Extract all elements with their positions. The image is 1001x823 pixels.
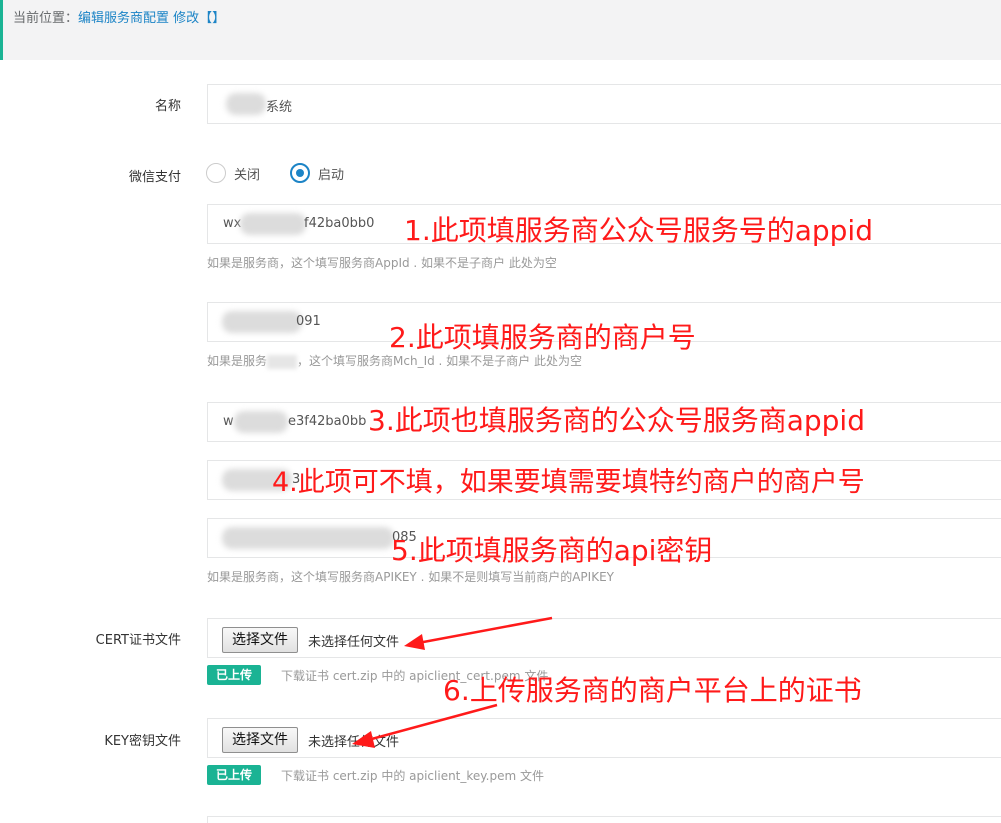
name-label: 名称 [154, 99, 181, 114]
radio-off[interactable]: 关闭 [206, 163, 260, 183]
annotation-1: 1.此项填服务商公众号服务号的appid [404, 214, 873, 247]
key-file-status: 未选择任何文件 [308, 735, 400, 750]
radio-off-label: 关闭 [234, 167, 261, 183]
breadcrumb-action[interactable]: 修改【】 [173, 11, 225, 26]
radio-on[interactable]: 启动 [290, 163, 344, 183]
breadcrumb-page-link[interactable]: 编辑服务商配置 [78, 11, 169, 26]
mchid-help-text: ，这个填写服务商Mch_Id . 如果不是子商户 此处为空 [297, 354, 582, 368]
mchid-value-suffix: 091 [296, 314, 321, 329]
next-field[interactable] [207, 816, 1001, 823]
appid-help: 如果是服务商，这个填写服务商AppId . 如果不是子商户 此处为空 [207, 256, 557, 270]
key-note: 下载证书 cert.zip 中的 apiclient_key.pem 文件 [281, 769, 545, 783]
key-file-input[interactable]: 选择文件 未选择任何文件 [207, 718, 1001, 758]
key-choose-file-button[interactable]: 选择文件 [222, 727, 298, 753]
appid-value-prefix: wx [223, 216, 242, 231]
appid-value-suffix: f42ba0bb0 [304, 216, 375, 231]
key-uploaded-badge: 已上传 [207, 765, 262, 785]
breadcrumb: 当前位置：编辑服务商配置 修改【】 [13, 7, 225, 26]
wechat-pay-label: 微信支付 [128, 170, 181, 185]
radio-on-label: 启动 [318, 167, 345, 183]
redaction-blur [240, 213, 306, 235]
annotation-4: 4.此项可不填，如果要填需要填特约商户的商户号 [272, 467, 865, 498]
cert-file-status: 未选择任何文件 [308, 635, 400, 650]
annotation-2: 2.此项填服务商的商户号 [389, 321, 696, 354]
cert-uploaded-badge: 已上传 [207, 665, 262, 685]
name-value: 系统 [266, 100, 293, 115]
sub-appid-value-prefix: w [223, 414, 234, 429]
sub-appid-value-suffix: e3f42ba0bb [288, 414, 367, 429]
breadcrumb-bar: 当前位置：编辑服务商配置 修改【】 [0, 0, 1001, 60]
redaction-blur [226, 93, 266, 115]
apikey-help: 如果是服务商，这个填写服务商APIKEY . 如果不是则填写当前商户的APIKE… [207, 570, 614, 584]
annotation-3: 3.此项也填服务商的公众号服务商appid [368, 404, 865, 437]
breadcrumb-prefix: 当前位置： [13, 11, 79, 26]
redaction-blur [267, 354, 298, 369]
redaction-blur [222, 527, 394, 549]
redaction-blur [234, 411, 288, 433]
mchid-help-prefix: 如果是服务 [207, 354, 268, 368]
radio-on-circle[interactable] [290, 163, 310, 183]
radio-off-circle[interactable] [206, 163, 226, 183]
cert-label: CERT证书文件 [95, 633, 181, 648]
name-input[interactable]: 系统 [207, 84, 1001, 124]
cert-choose-file-button[interactable]: 选择文件 [222, 627, 298, 653]
annotation-6: 6.上传服务商的商户平台上的证书 [443, 674, 862, 707]
cert-file-input[interactable]: 选择文件 未选择任何文件 [207, 618, 1001, 658]
redaction-blur [222, 311, 302, 333]
key-label: KEY密钥文件 [104, 734, 181, 749]
annotation-5: 5.此项填服务商的api密钥 [391, 534, 713, 567]
